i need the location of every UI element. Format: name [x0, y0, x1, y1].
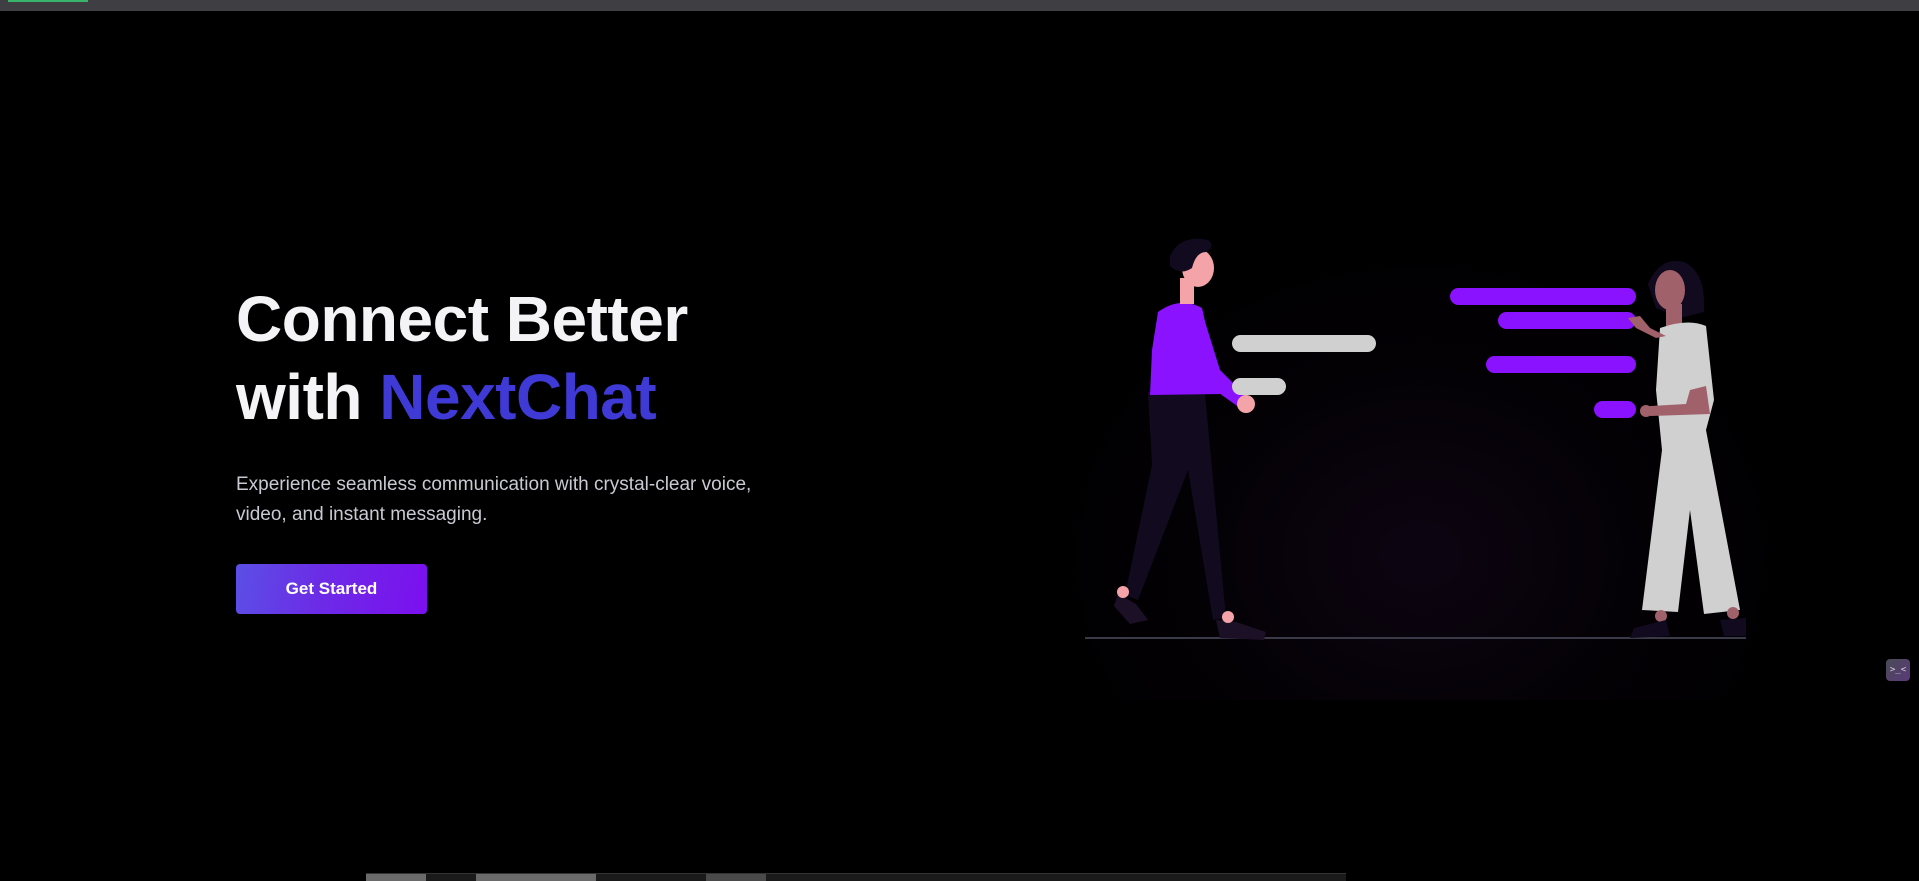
message-bar-purple-4 [1594, 401, 1636, 418]
widget-label: >_< [1889, 665, 1907, 675]
woman-neck [1666, 304, 1682, 326]
headline-line1: Connect Better [236, 283, 688, 355]
man-figure [1114, 238, 1266, 640]
hero-headline: Connect Better with NextChat [236, 280, 836, 436]
woman-shoe-right [1720, 618, 1746, 636]
hero-subtitle: Experience seamless communication with c… [236, 474, 752, 525]
headline-with: with [236, 361, 362, 433]
message-bar-gray-long [1232, 335, 1376, 352]
terminal-face-icon[interactable]: >_< [1886, 659, 1910, 681]
people-chatting-illustration [1085, 238, 1746, 640]
woman-body [1642, 322, 1740, 614]
hero-section: Connect Better with NextChat Experience … [236, 280, 836, 614]
man-ankle-left [1117, 586, 1129, 598]
woman-hand [1640, 405, 1652, 417]
man-legs [1125, 392, 1226, 620]
man-ankle-right [1222, 611, 1234, 623]
woman-arm-upper [1628, 316, 1666, 338]
get-started-button[interactable]: Get Started [236, 564, 427, 614]
tab-indicator [8, 0, 88, 2]
woman-figure [1628, 260, 1746, 638]
man-shoe-right [1216, 620, 1266, 640]
message-bar-purple-1 [1450, 288, 1636, 305]
message-bar-gray-short [1232, 378, 1286, 395]
message-bar-purple-3 [1486, 356, 1636, 373]
man-hand [1237, 395, 1255, 413]
man-shoe-left [1114, 594, 1148, 624]
headline-brand: NextChat [379, 361, 657, 433]
browser-top-bar [0, 0, 1919, 11]
woman-foot-right [1727, 607, 1739, 619]
message-bar-purple-2 [1498, 312, 1636, 329]
woman-shoe-left [1630, 620, 1670, 638]
